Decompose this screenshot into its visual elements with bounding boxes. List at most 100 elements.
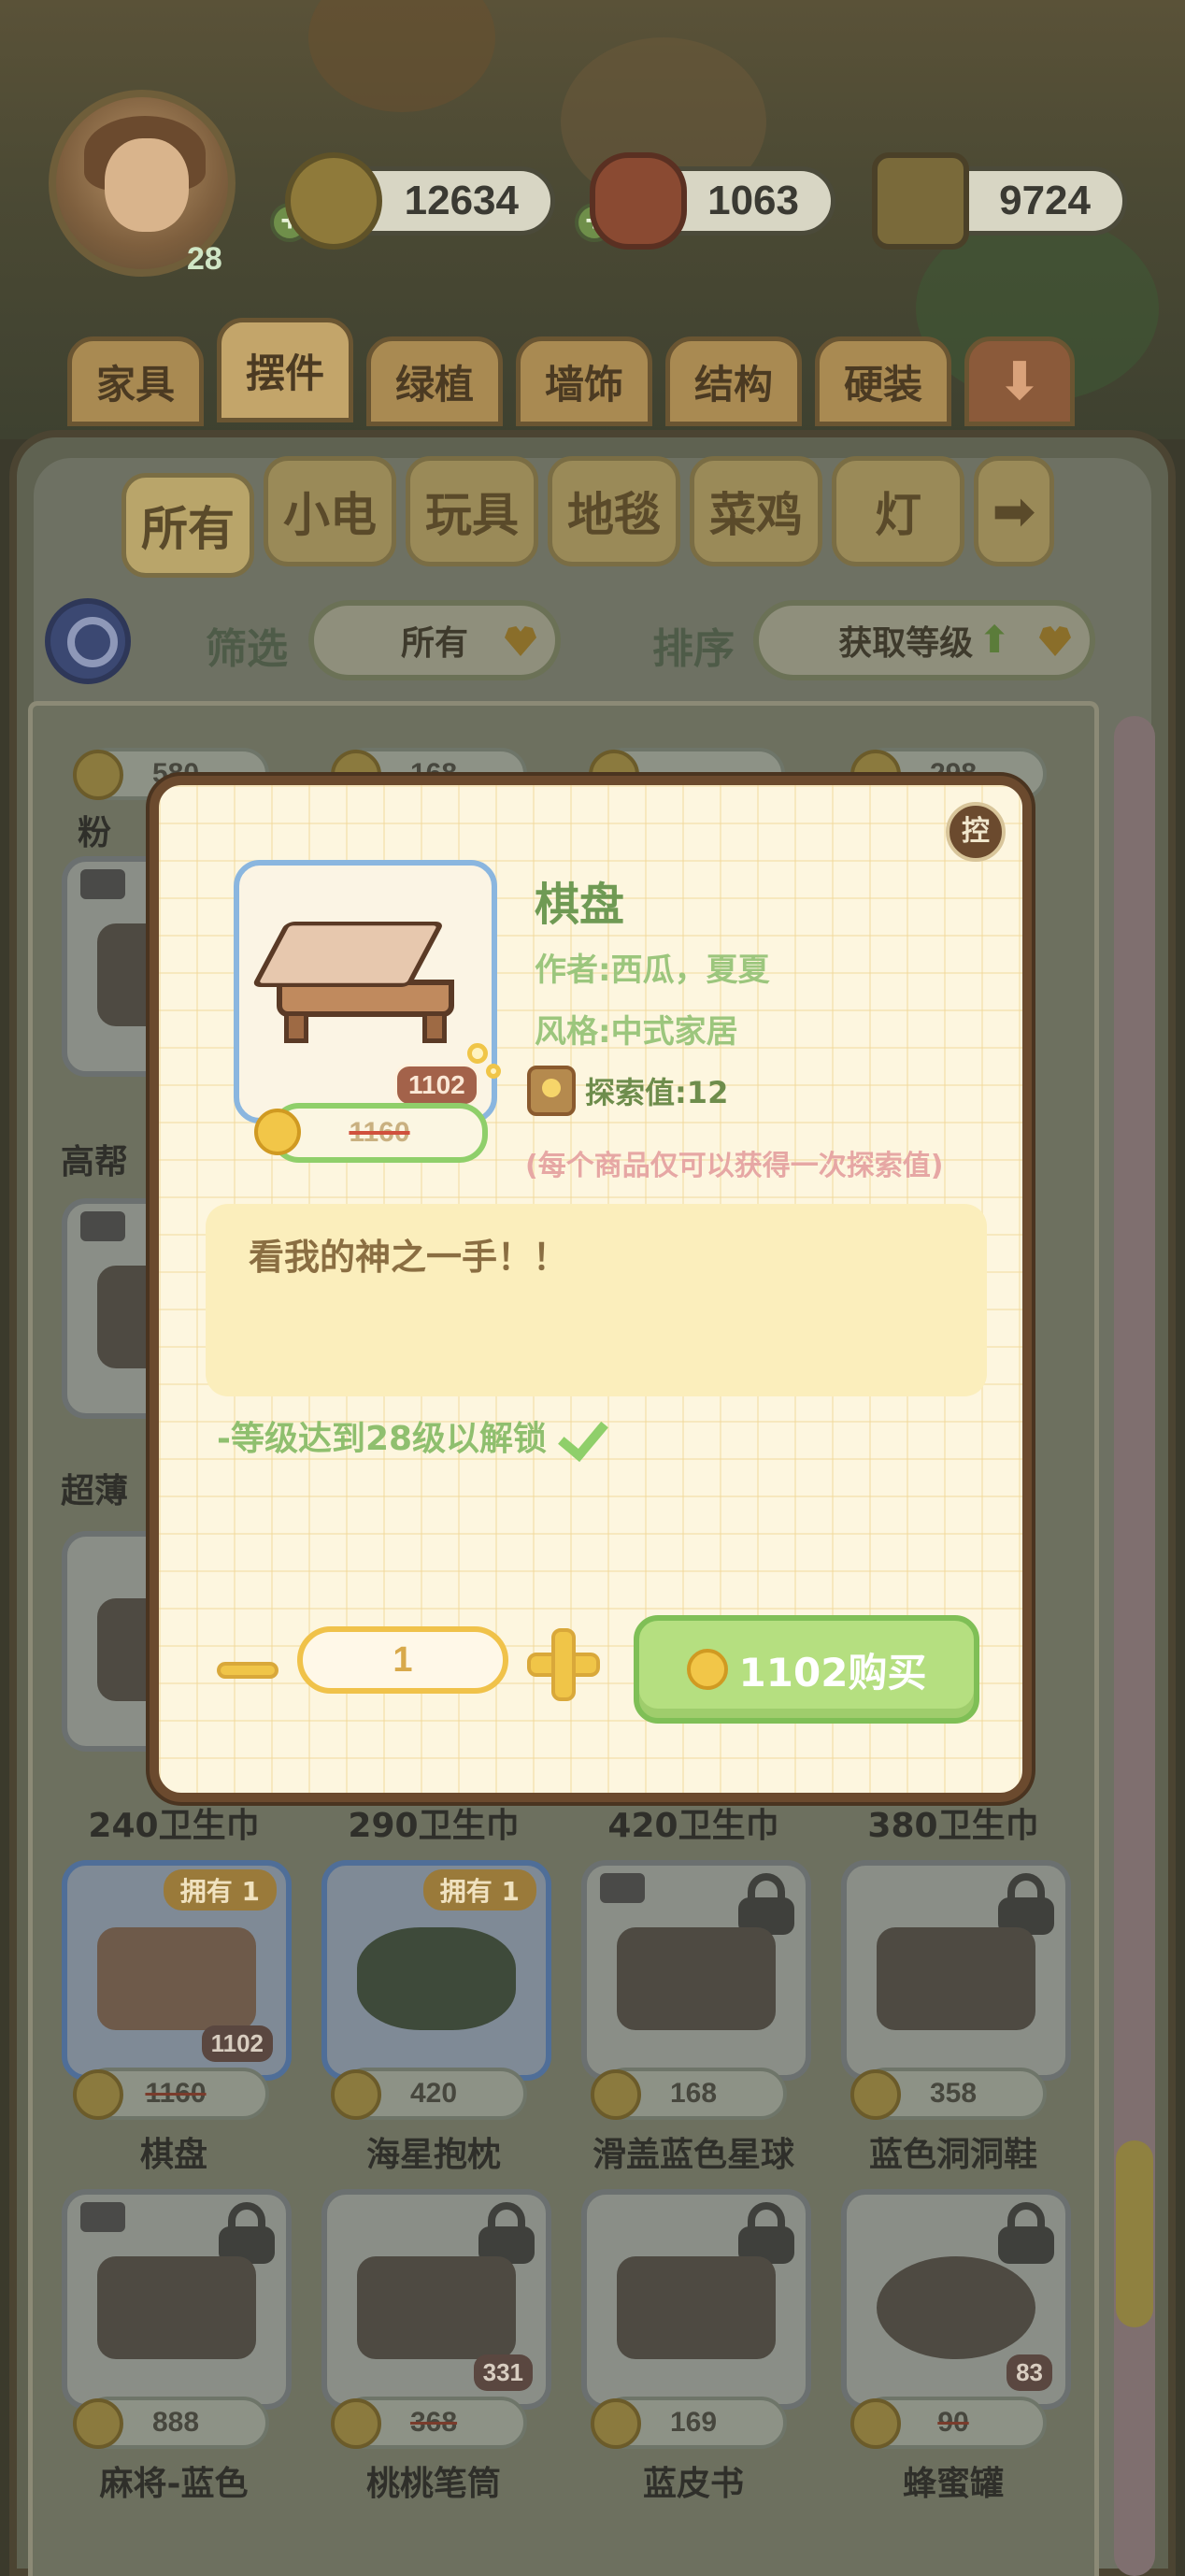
owned-badge: 拥有 1	[163, 1869, 277, 1911]
item-detail-dialog: 控 1102 1160 棋盘 作者:西瓜，夏夏 风格:中式家居 探索值:12 (…	[150, 776, 1032, 1802]
item-card-starfish-pillow[interactable]: 拥有 1	[321, 1860, 551, 2081]
item-card-slider-phone[interactable]	[581, 1860, 811, 2081]
explore-value: 9724	[999, 178, 1091, 223]
category-tabs: 家具 摆件 绿植 墙饰 结构 硬装 ⬇	[67, 318, 1075, 426]
price-bar: 1160	[73, 2068, 269, 2120]
coin-icon	[331, 2069, 381, 2120]
item-thumbnail	[877, 2255, 1035, 2359]
lock-icon	[738, 2202, 794, 2264]
item-name: 麻将-蓝色	[99, 2465, 249, 2503]
item-author: 作者:西瓜，夏夏	[535, 952, 770, 989]
item-description: 看我的神之一手！！	[249, 1237, 569, 1278]
sausage-icon	[590, 152, 687, 250]
truck-icon	[80, 869, 125, 899]
item-name: 蜂蜜罐	[902, 2465, 1004, 2503]
food-value: 1063	[707, 178, 799, 223]
book-icon	[872, 152, 969, 250]
item-card-pen-holder[interactable]: 331	[321, 2189, 551, 2410]
item-card-chessboard[interactable]: 拥有 1 1102	[62, 1860, 292, 2081]
explore-note: (每个商品仅可以获得一次探索值)	[525, 1150, 944, 1182]
lock-icon	[738, 1873, 794, 1935]
item-name: 粉	[77, 814, 111, 852]
discount-tag: 1102	[394, 1064, 479, 1107]
sparkle-icon	[486, 1064, 501, 1079]
price-bar: 168	[591, 2068, 787, 2120]
search-icon[interactable]	[45, 598, 131, 684]
sort-value: 获取等级	[838, 624, 974, 663]
unlock-text: -等级达到28级以解锁	[217, 1420, 548, 1458]
item-thumbnail	[877, 1926, 1035, 2030]
subtab-chicken[interactable]: 菜鸡	[690, 456, 822, 566]
tab-wall-decor[interactable]: 墙饰	[516, 336, 652, 426]
coin-value: 12634	[404, 178, 519, 223]
starfish-thumbnail	[357, 1926, 516, 2030]
tab-furniture[interactable]: 家具	[67, 336, 204, 426]
item-name: 蓝色洞洞鞋	[868, 2136, 1037, 2174]
increase-quantity-button[interactable]	[527, 1628, 600, 1701]
price-bar: 888	[73, 2397, 269, 2449]
item-card-blue-book[interactable]	[581, 2189, 811, 2410]
coin-icon	[591, 2069, 641, 2120]
avatar-face	[105, 138, 189, 232]
tab-structure[interactable]: 结构	[665, 336, 802, 426]
buy-button[interactable]: 1102购买	[634, 1615, 979, 1724]
item-style: 风格:中式家居	[535, 1013, 738, 1051]
discount-tag: 83	[1007, 2354, 1052, 2391]
heart-coin-icon	[285, 152, 382, 250]
coin-counter: + 12634	[270, 152, 555, 250]
subtab-toys[interactable]: 玩具	[406, 456, 538, 566]
item-name: 滑盖蓝色星球	[592, 2136, 794, 2174]
tab-plants[interactable]: 绿植	[366, 336, 503, 426]
arrow-up-icon: ⬆	[978, 619, 1010, 662]
item-card-mahjong[interactable]	[62, 2189, 292, 2410]
item-card-blue-crocs[interactable]	[841, 1860, 1071, 2081]
tab-ornaments[interactable]: 摆件	[217, 318, 353, 422]
sort-dropdown[interactable]: 获取等级 ⬆	[753, 600, 1095, 680]
close-button[interactable]: 控	[946, 802, 1006, 862]
item-name: 高帮	[60, 1143, 128, 1181]
coin-icon	[850, 2069, 901, 2120]
item-name: 蓝皮书	[642, 2465, 744, 2503]
item-thumbnail	[97, 2255, 256, 2359]
truck-icon	[80, 1211, 125, 1241]
price-bar: 368	[331, 2397, 527, 2449]
item-name: 桃桃笔筒	[365, 2465, 501, 2503]
food-counter: + 1063	[575, 152, 835, 250]
sub-category-tabs: 所有 小电 玩具 地毯 菜鸡 灯 ➡	[121, 456, 1054, 578]
buy-label: 1102购买	[738, 1649, 927, 1696]
filter-label: 筛选	[206, 625, 288, 673]
explore-value: 探索值:12	[585, 1075, 729, 1110]
coin-icon	[686, 1649, 728, 1690]
price-bar: 358	[850, 2068, 1047, 2120]
scrollbar-thumb[interactable]	[1116, 2140, 1153, 2327]
discount-tag: 1102	[201, 2025, 273, 2062]
price-bar: 90	[850, 2397, 1047, 2449]
lock-icon	[998, 1873, 1054, 1935]
truck-icon	[600, 1873, 645, 1903]
tab-hard-decor[interactable]: 硬装	[815, 336, 951, 426]
explore-book-icon	[527, 1066, 576, 1116]
decrease-quantity-button[interactable]	[217, 1662, 278, 1679]
filter-dropdown[interactable]: 所有	[308, 600, 561, 680]
subtab-all[interactable]: 所有	[121, 473, 254, 578]
lock-icon	[219, 2202, 275, 2264]
filter-value: 所有	[400, 624, 468, 663]
coin-icon	[254, 1109, 301, 1155]
coin-icon	[331, 2398, 381, 2449]
collapse-down-icon[interactable]: ⬇	[964, 336, 1075, 426]
item-card-honey-jar[interactable]: 83	[841, 2189, 1071, 2410]
item-name: 海星抱枕	[365, 2136, 501, 2174]
coin-icon	[73, 750, 123, 800]
subtab-small-appliance[interactable]: 小电	[264, 456, 396, 566]
price-bar: 169	[591, 2397, 787, 2449]
heart-dropdown-icon	[1039, 626, 1071, 656]
scene-decor	[308, 0, 495, 112]
subtab-rugs[interactable]: 地毯	[548, 456, 680, 566]
quantity-field[interactable]: 1	[297, 1626, 508, 1694]
next-arrow-icon[interactable]: ➡	[974, 456, 1054, 566]
sparkle-icon	[467, 1043, 488, 1064]
item-name: 380卫生巾	[867, 1807, 1039, 1845]
coin-icon	[591, 2398, 641, 2449]
coin-icon	[73, 2069, 123, 2120]
subtab-lamps[interactable]: 灯	[832, 456, 964, 566]
